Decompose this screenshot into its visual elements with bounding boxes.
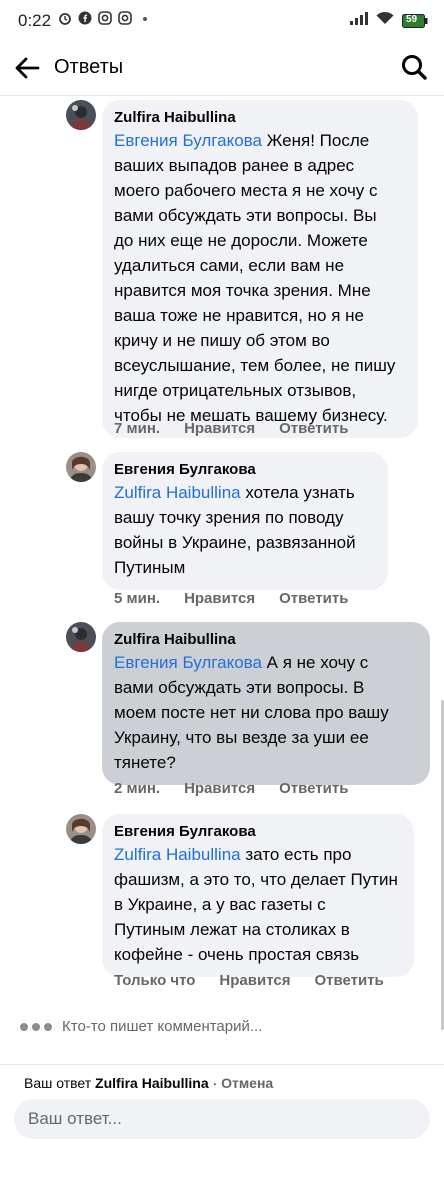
- comment-line: тянете?: [114, 753, 176, 772]
- comment-author[interactable]: Zulfira Haibullina: [114, 630, 418, 650]
- like-button[interactable]: Нравится: [184, 420, 255, 437]
- typing-indicator: Кто-то пишет комментарий...: [20, 1018, 262, 1035]
- wifi-icon: [376, 11, 394, 30]
- status-time: 0:22: [18, 11, 52, 30]
- battery-level: 59: [406, 13, 418, 25]
- avatar[interactable]: [66, 622, 96, 652]
- comment-text: Zulfira Haibullina зато есть про фашизм, …: [114, 842, 402, 967]
- comment-line: Женя! После: [261, 131, 370, 150]
- comment-actions: 5 мин. Нравится Ответить: [114, 590, 348, 607]
- reply-button[interactable]: Ответить: [314, 972, 383, 989]
- reply-composer: Ваш ответ Zulfira Haibullina · Отмена: [0, 1064, 444, 1200]
- comment-author[interactable]: Евгения Булгакова: [114, 822, 402, 842]
- comment-line: вашу точку зрения по поводу: [114, 508, 344, 527]
- dot-icon: [138, 11, 152, 25]
- comment-line: ваших выпадов ранее в адрес: [114, 156, 355, 175]
- comment-actions: Только что Нравится Ответить: [114, 972, 384, 989]
- comment-time: 2 мин.: [114, 780, 161, 797]
- page-title: Ответы: [54, 56, 124, 78]
- avatar[interactable]: [66, 814, 96, 844]
- battery-icon: 59: [402, 13, 428, 28]
- comment-author[interactable]: Zulfira Haibullina: [114, 108, 406, 128]
- instagram-icon: [118, 11, 132, 25]
- comment-line: Украину, что вы везде за уши ее: [114, 728, 369, 747]
- comment-line: вами обсуждать эти вопросы. В: [114, 678, 365, 697]
- comment-line: фашизм, а это то, что делает Путин: [114, 870, 398, 889]
- system-icons: 59: [350, 11, 428, 30]
- search-icon[interactable]: [400, 53, 428, 81]
- like-button[interactable]: Нравится: [219, 972, 290, 989]
- back-arrow-icon[interactable]: [12, 54, 42, 82]
- comment-time: 7 мин.: [114, 420, 161, 437]
- comment-actions: 2 мин. Нравится Ответить: [114, 780, 348, 797]
- typing-dots-icon: [20, 1022, 52, 1031]
- reply-target-name: Zulfira Haibullina: [95, 1075, 209, 1091]
- reply-button[interactable]: Ответить: [279, 420, 348, 437]
- avatar[interactable]: [66, 100, 96, 130]
- notification-icons: [58, 11, 152, 25]
- comment-line: нравится моя точка зрения. Мне: [114, 281, 371, 300]
- like-button[interactable]: Нравится: [184, 780, 255, 797]
- facebook-icon: [78, 11, 92, 25]
- status-bar: 0:22 59: [0, 0, 444, 40]
- mention-link[interactable]: Zulfira Haibullina: [114, 483, 241, 502]
- comment-line: всеуслышание, тем более, не пишу: [114, 356, 396, 375]
- mention-link[interactable]: Zulfira Haibullina: [114, 845, 241, 864]
- comment-author[interactable]: Евгения Булгакова: [114, 460, 376, 480]
- comment-time: 5 мин.: [114, 590, 161, 607]
- cancel-reply-button[interactable]: Отмена: [221, 1075, 273, 1091]
- alarm-icon: [58, 11, 72, 25]
- reply-input[interactable]: [14, 1099, 430, 1139]
- comment-text: Евгения Булгакова А я не хочу с вами обсу…: [114, 650, 418, 775]
- comment-bubble[interactable]: Zulfira Haibullina Евгения Булгакова А я…: [102, 622, 430, 785]
- comment-line: кричу и не пишу об этом во: [114, 331, 330, 350]
- comment-line: вами обсуждать эти вопросы. Вы: [114, 206, 377, 225]
- signal-icon: [350, 11, 368, 30]
- comment-bubble[interactable]: Zulfira Haibullina Евгения Булгакова Жен…: [102, 100, 418, 438]
- comment-bubble[interactable]: Евгения Булгакова Zulfira Haibullina хот…: [102, 452, 388, 590]
- comment-actions: 7 мин. Нравится Ответить: [114, 420, 348, 437]
- comment-line: кофейне - очень простая связь: [114, 945, 360, 964]
- comment-time: Только что: [114, 972, 196, 989]
- comment-line: ваша тоже не нравится, но я не: [114, 306, 364, 325]
- mention-link[interactable]: Евгения Булгакова: [114, 653, 262, 672]
- reply-prefix: Ваш ответ: [24, 1075, 92, 1091]
- comment-line: моем посте нет ни слова про вашу: [114, 703, 389, 722]
- comment-line: нигде отрицательных отзывов,: [114, 381, 357, 400]
- comment-line: в Украине, а у вас газеты с: [114, 895, 326, 914]
- comment-line: зато есть про: [240, 845, 352, 864]
- instagram-icon: [98, 11, 112, 25]
- comment-line: А я не хочу с: [261, 653, 369, 672]
- like-button[interactable]: Нравится: [184, 590, 255, 607]
- comment-line: удалиться сами, если вам не: [114, 256, 345, 275]
- typing-text: Кто-то пишет комментарий...: [62, 1018, 263, 1035]
- avatar[interactable]: [66, 452, 96, 482]
- comment-line: хотела узнать: [240, 483, 355, 502]
- comment-line: войны в Украине, развязанной: [114, 533, 356, 552]
- mention-link[interactable]: Евгения Булгакова: [114, 131, 262, 150]
- reply-to-label: Ваш ответ Zulfira Haibullina · Отмена: [24, 1075, 273, 1091]
- comment-text: Zulfira Haibullina хотела узнать вашу точ…: [114, 480, 376, 580]
- comment-line: Путиным лежат на столиках в: [114, 920, 350, 939]
- reply-button[interactable]: Ответить: [279, 590, 348, 607]
- comment-bubble[interactable]: Евгения Булгакова Zulfira Haibullina зат…: [102, 814, 414, 977]
- comment-line: Путиным: [114, 558, 186, 577]
- app-bar: Ответы: [0, 40, 444, 96]
- reply-button[interactable]: Ответить: [279, 780, 348, 797]
- comment-text: Евгения Булгакова Женя! После ваших выпад…: [114, 128, 406, 428]
- separator: ·: [208, 1075, 222, 1091]
- comment-line: до них еще не доросли. Можете: [114, 231, 368, 250]
- comment-line: моего рабочего места я не хочу с: [114, 181, 378, 200]
